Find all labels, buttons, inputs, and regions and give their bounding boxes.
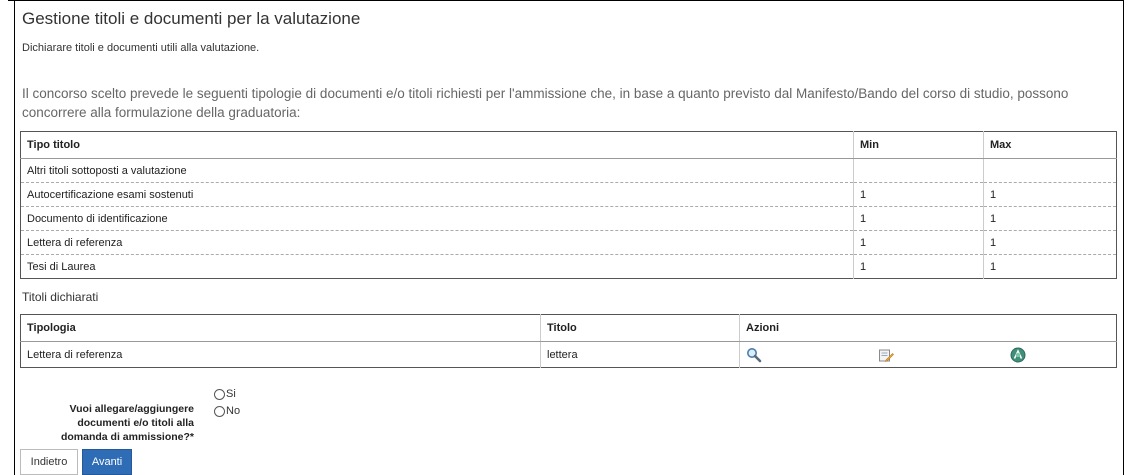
radio-option-no[interactable]: No [214,405,240,417]
header-min: Min [853,131,984,159]
header-tipo-titolo: Tipo titolo [20,131,854,159]
table-row: Autocertificazione esami sostenuti 1 1 [20,182,1117,207]
cell-min [853,158,984,183]
header-azioni: Azioni [739,314,1117,342]
header-titolo: Titolo [540,314,740,342]
left-rule [14,0,15,475]
radio-label-si: Si [226,388,236,400]
cell-view-action [739,341,872,368]
cell-max: 1 [983,254,1117,279]
table-row: Altri titoli sottoposti a valutazione [20,158,1117,183]
section-title-declared: Titoli dichiarati [22,290,99,304]
delete-icon[interactable] [1010,347,1026,363]
cell-min: 1 [853,206,984,231]
radio-button-si[interactable] [214,388,225,400]
radio-button-no[interactable] [214,405,225,417]
cell-tipo: Lettera di referenza [20,230,854,255]
next-button[interactable]: Avanti [82,449,132,475]
cell-edit-action [872,342,1004,368]
back-button[interactable]: Indietro [20,449,78,475]
page-title: Gestione titoli e documenti per la valut… [22,9,361,28]
edit-icon[interactable] [878,347,894,363]
cell-tipo: Documento di identificazione [20,206,854,231]
table-row: Tesi di Laurea 1 1 [21,254,1117,279]
cell-min: 1 [853,254,984,279]
cell-titolo: lettera [540,341,740,368]
table-row: Lettera di referenza 1 1 [20,230,1117,255]
cell-delete-action [1004,342,1117,368]
attach-question-label: Vuoi allegare/aggiungere documenti e/o t… [60,403,194,443]
table-row: Documento di identificazione 1 1 [20,206,1117,231]
cell-min: 1 [853,182,984,207]
header-max: Max [983,131,1117,159]
declared-titles-table: Tipologia Titolo Azioni Lettera di refer… [20,314,1117,368]
radio-option-si[interactable]: Si [214,388,236,400]
header-tipologia: Tipologia [20,314,541,342]
intro-text: Il concorso scelto prevede le seguenti t… [22,86,1069,120]
cell-min: 1 [853,230,984,255]
cell-tipo: Altri titoli sottoposti a valutazione [20,158,854,183]
magnifier-icon[interactable] [746,347,762,363]
cell-tipo: Autocertificazione esami sostenuti [20,182,854,207]
table-header-row: Tipologia Titolo Azioni [20,314,1117,342]
cell-max [983,158,1117,183]
table-header-row: Tipo titolo Min Max [20,131,1117,159]
radio-label-no: No [226,405,241,417]
page-subtitle: Dichiarare titoli e documenti utili alla… [22,42,260,54]
table-row: Lettera di referenza lettera [21,341,1117,368]
cell-tipologia: Lettera di referenza [27,348,123,361]
cell-max: 1 [983,230,1117,255]
cell-max: 1 [983,182,1117,207]
cell-tipo: Tesi di Laurea [27,260,96,273]
cell-max: 1 [983,206,1117,231]
required-titles-table: Tipo titolo Min Max Altri titoli sottopo… [20,131,1117,279]
